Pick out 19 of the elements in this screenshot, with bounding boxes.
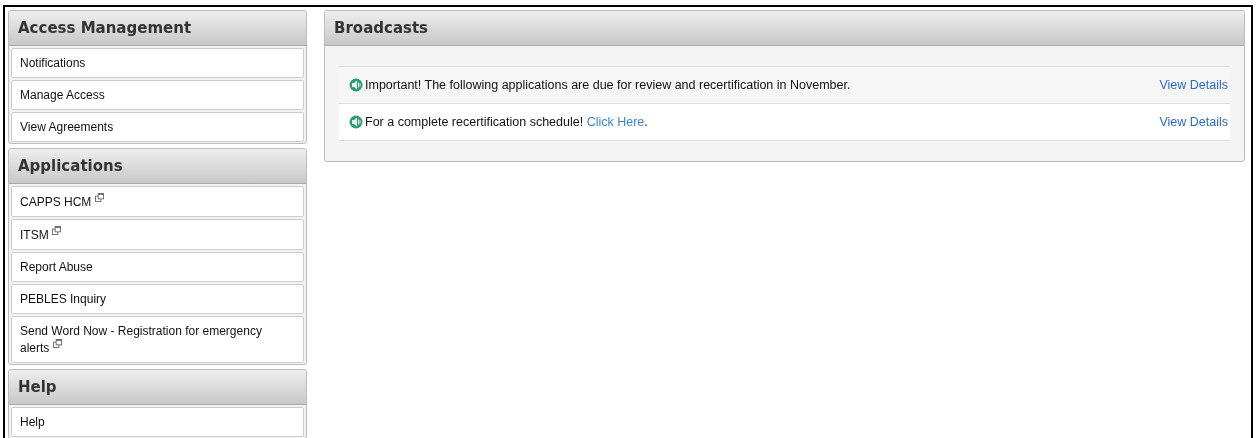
sidebar-link[interactable]: Manage Access — [11, 80, 304, 110]
section-header: Access Management — [9, 11, 306, 46]
broadcast-message: Important! The following applications are due for review and recertification in November. — [365, 78, 852, 92]
sidebar-link[interactable]: Help — [11, 407, 304, 437]
speaker-icon — [349, 115, 363, 129]
sidebar-link[interactable]: View Agreements — [11, 112, 304, 142]
section-header: Applications — [9, 149, 306, 184]
sidebar-link[interactable]: CAPPS HCM — [11, 186, 304, 217]
sidebar-link[interactable]: Notifications — [11, 48, 304, 78]
view-details-link[interactable]: View Details — [1159, 115, 1228, 129]
panel-header: Broadcasts — [325, 11, 1244, 46]
sidebar-link[interactable]: Report Abuse — [11, 252, 304, 282]
sidebar-link[interactable]: PEBLES Inquiry — [11, 284, 304, 314]
broadcast-message: For a complete recertification schedule! Click Here. — [365, 115, 649, 129]
sidebar-link[interactable]: ITSM — [11, 219, 304, 250]
sidebar-link[interactable]: Send Word Now - Registration for emergency alerts — [11, 316, 304, 363]
section-header: Help — [9, 370, 306, 405]
view-details-link[interactable]: View Details — [1159, 78, 1228, 92]
speaker-icon — [349, 78, 363, 92]
